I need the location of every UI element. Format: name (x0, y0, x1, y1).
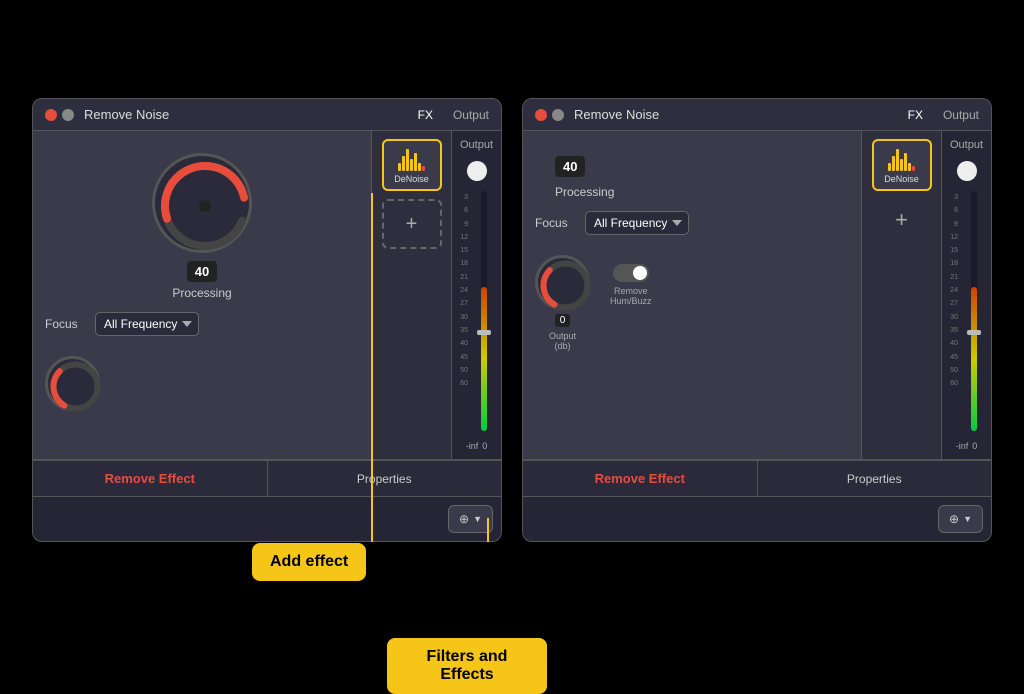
focus-row-left: Focus All Frequency (45, 312, 359, 336)
panel-body-right: 40 Processing Focus All Frequency (523, 131, 991, 459)
focus-label-right: Focus (535, 216, 575, 230)
waveform-icon-right (888, 146, 915, 171)
processing-display-right: 40 Processing (555, 148, 849, 199)
small-knob-left[interactable] (45, 356, 100, 411)
output-circle-right (957, 161, 977, 181)
plus-icon-left: + (406, 213, 418, 236)
tab-fx-left[interactable]: FX (418, 108, 433, 122)
meter-bars-right: 369121518212427303540455060 (946, 187, 987, 435)
knob-value-right: 40 (555, 156, 585, 177)
fx-plugin-label-right: DeNoise (884, 174, 919, 184)
tab-output-right[interactable]: Output (943, 108, 979, 122)
output-knob-group: 0 Output(db) (535, 255, 590, 351)
hum-toggle-group: RemoveHum/Buzz (610, 259, 652, 306)
meter-thumb-right[interactable] (967, 330, 981, 335)
bottom-controls-right: 0 Output(db) RemoveHum/Buzz (535, 255, 849, 351)
panel-footer-left: ⊕ ▼ (33, 496, 501, 541)
output-circle-left (467, 161, 487, 181)
filters-chevron-right: ▼ (963, 514, 972, 524)
panel-title-left: Remove Noise (84, 107, 408, 122)
small-value-right: 0 (555, 314, 571, 327)
filters-effects-tooltip-text: Filters and Effects (387, 638, 547, 694)
zero-label-right: 0 (972, 441, 977, 451)
zero-label-left: 0 (482, 441, 487, 451)
fx-column-left: DeNoise + (371, 131, 451, 459)
fx-plugin-label-left: DeNoise (394, 174, 429, 184)
panel-header-right: Remove Noise FX Output (523, 99, 991, 131)
filters-effects-btn-right[interactable]: ⊕ ▼ (938, 505, 983, 533)
panel-footer-right: ⊕ ▼ (523, 496, 991, 541)
output-section-left: Output 369121518212427303540455060 (451, 131, 501, 459)
output-label-right: Output (950, 139, 983, 151)
properties-btn-left[interactable]: Properties (268, 460, 502, 496)
fx-add-plus-right[interactable]: + (895, 207, 908, 233)
knob-value-left: 40 (187, 261, 217, 282)
traffic-light-yellow-right (552, 109, 564, 121)
meter-output-left: Output 369121518212427303540455060 (451, 131, 501, 459)
traffic-light-red-left[interactable] (45, 109, 57, 121)
plugin-panel-right: Remove Noise FX Output 40 Processing Foc… (522, 98, 992, 542)
waveform-icon-left (398, 146, 425, 171)
meter-bars-left: 369121518212427303540455060 (456, 187, 497, 435)
plugin-panel-left: Remove Noise FX Output (32, 98, 502, 542)
focus-row-right: Focus All Frequency (535, 211, 849, 235)
remove-effect-btn-right[interactable]: Remove Effect (523, 460, 758, 496)
toggle-knob-right (633, 266, 647, 280)
action-row-right: Remove Effect Properties (523, 459, 991, 496)
filters-chevron-left: ▼ (473, 514, 482, 524)
traffic-light-yellow-left (62, 109, 74, 121)
meter-thumb-left[interactable] (477, 330, 491, 335)
knob-label-left: Processing (172, 286, 231, 300)
output-section-right: Output 369121518212427303540455060 (941, 131, 991, 459)
filters-icon-right: ⊕ (949, 512, 959, 526)
fx-plugin-denoise-right[interactable]: DeNoise (872, 139, 932, 191)
fx-section-left: 40 Processing Focus All Frequency (33, 131, 371, 459)
fx-plugin-denoise-left[interactable]: DeNoise (382, 139, 442, 191)
tab-fx-right[interactable]: FX (908, 108, 923, 122)
knob-label-right: Processing (555, 185, 849, 199)
tab-output-left[interactable]: Output (453, 108, 489, 122)
meter-output-right: Output 369121518212427303540455060 (941, 131, 991, 459)
meter-bottom-right: -inf 0 (956, 441, 978, 451)
traffic-lights-right (535, 109, 564, 121)
meter-bottom-left: -inf 0 (466, 441, 488, 451)
properties-btn-right[interactable]: Properties (758, 460, 992, 496)
filters-effects-btn-left[interactable]: ⊕ ▼ (448, 505, 493, 533)
filters-icon-left: ⊕ (459, 512, 469, 526)
output-label-left: Output (460, 139, 493, 151)
main-knob-container-left: 40 Processing (45, 153, 359, 300)
panel-tabs-left: FX Output (418, 108, 489, 122)
focus-select-right[interactable]: All Frequency (585, 211, 689, 235)
output-db-label: Output(db) (549, 331, 576, 351)
remove-hum-label: RemoveHum/Buzz (610, 286, 652, 306)
hum-toggle[interactable] (613, 264, 649, 282)
panel-tabs-right: FX Output (908, 108, 979, 122)
traffic-light-red-right[interactable] (535, 109, 547, 121)
add-effect-tooltip-text: Add effect (252, 543, 366, 581)
focus-label-left: Focus (45, 317, 85, 331)
panel-header-left: Remove Noise FX Output (33, 99, 501, 131)
inf-label-right: -inf (956, 441, 969, 451)
fx-column-right: DeNoise + (861, 131, 941, 459)
focus-select-left[interactable]: All Frequency (95, 312, 199, 336)
fx-add-box-left[interactable]: + (382, 199, 442, 249)
panel-body-left: 40 Processing Focus All Frequency (33, 131, 501, 459)
main-knob-left[interactable] (152, 153, 252, 253)
fx-section-right: 40 Processing Focus All Frequency (523, 131, 861, 459)
small-knob-right[interactable] (535, 255, 590, 310)
inf-label-left: -inf (466, 441, 479, 451)
bottom-knobs-left (45, 356, 359, 411)
remove-effect-btn-left[interactable]: Remove Effect (33, 460, 268, 496)
panel-title-right: Remove Noise (574, 107, 898, 122)
traffic-lights-left (45, 109, 74, 121)
action-row-left: Remove Effect Properties (33, 459, 501, 496)
